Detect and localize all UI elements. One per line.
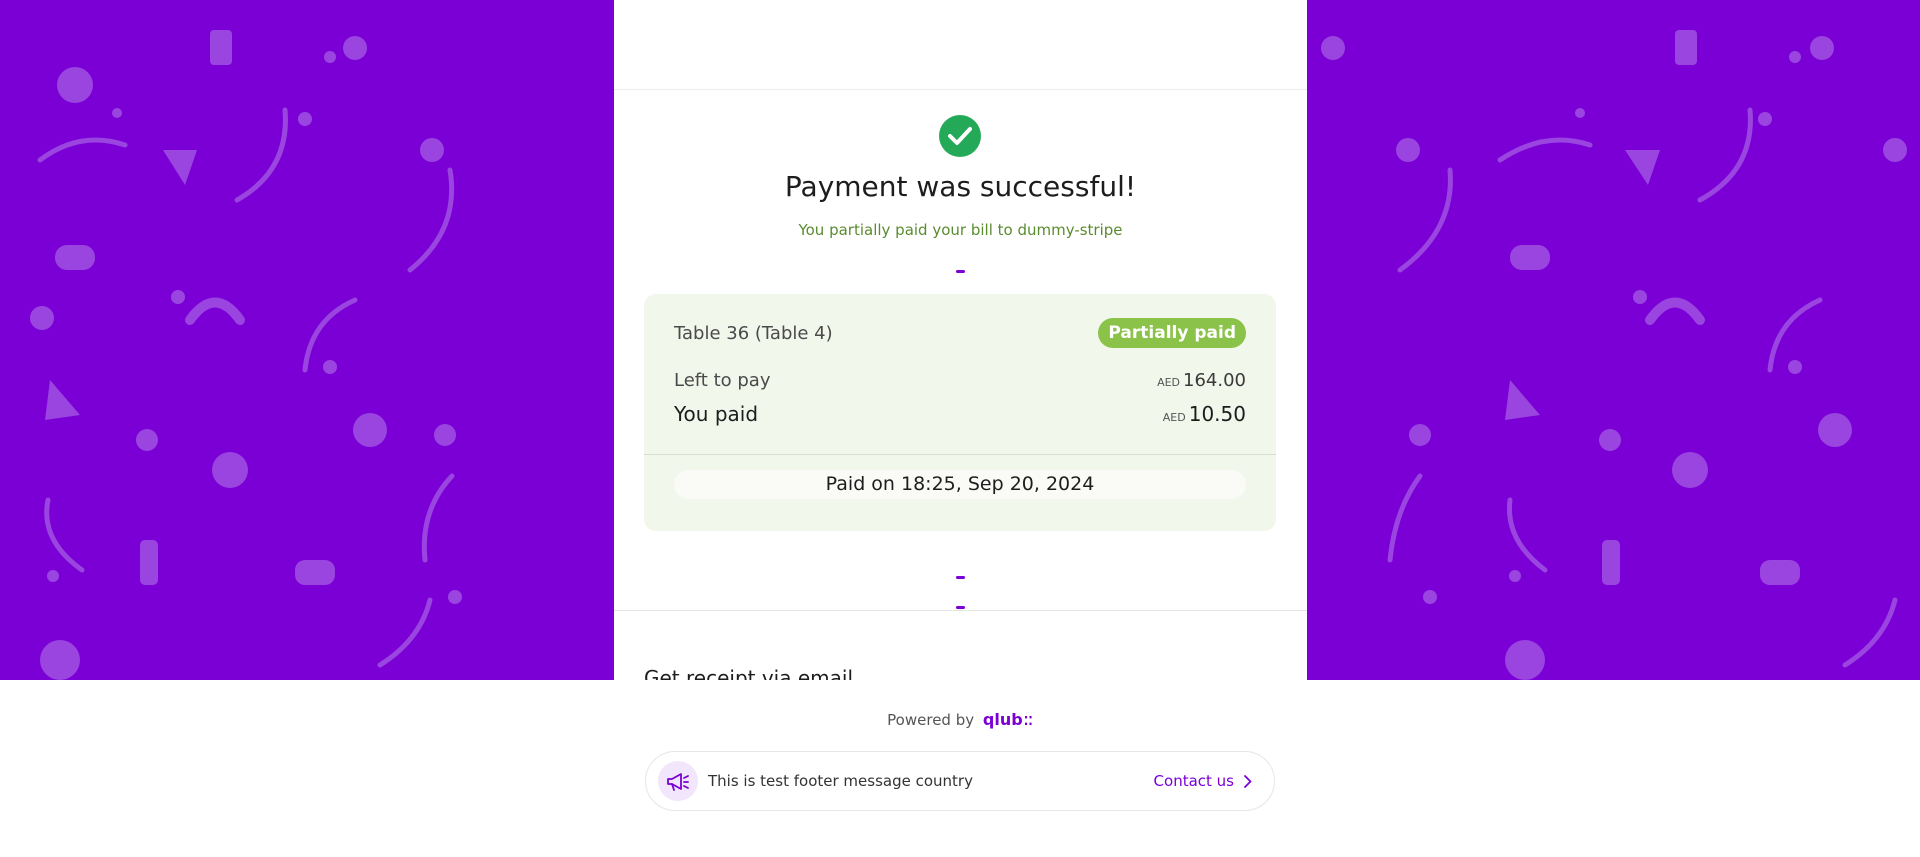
powered-by-label: Powered by (887, 711, 975, 729)
receipt-section-title: Get receipt via email (644, 666, 854, 680)
paid-on-timestamp: Paid on 18:25, Sep 20, 2024 (674, 470, 1246, 499)
loading-dash (956, 576, 965, 579)
qlub-logo: qlub (982, 710, 1023, 729)
left-to-pay-value: 164.00 (1183, 370, 1246, 391)
loading-dash (956, 270, 965, 273)
footer-message-bar: This is test footer message country Cont… (645, 751, 1275, 811)
megaphone-icon (658, 761, 698, 801)
contact-us-label: Contact us (1153, 772, 1234, 790)
check-circle-icon (939, 115, 981, 157)
chevron-right-icon (1244, 774, 1252, 788)
currency-label: AED (1157, 376, 1181, 389)
left-to-pay-amount: AED 164.00 (1157, 370, 1246, 391)
section-divider (614, 610, 1307, 611)
currency-label: AED (1162, 411, 1186, 424)
payment-result-card: Payment was successful! You partially pa… (614, 0, 1307, 680)
bill-divider (644, 454, 1276, 455)
payment-status-subtitle: You partially paid your bill to dummy-st… (798, 221, 1123, 239)
contact-us-link[interactable]: Contact us (1154, 772, 1252, 790)
qlub-logo-mark: ⁚⁚ (1023, 714, 1033, 728)
left-to-pay-row: Left to pay AED 164.00 (674, 370, 1246, 391)
you-paid-label: You paid (674, 402, 759, 426)
loading-dash (956, 606, 965, 609)
status-badge: Partially paid (1098, 318, 1246, 348)
you-paid-row: You paid AED 10.50 (674, 402, 1246, 426)
you-paid-amount: AED 10.50 (1163, 402, 1246, 426)
card-header-area (614, 0, 1307, 90)
you-paid-value: 10.50 (1188, 402, 1246, 426)
footer-message: This is test footer message country (708, 772, 973, 790)
payment-status-title: Payment was successful! (784, 170, 1137, 203)
bill-summary: Table 36 (Table 4) Partially paid Left t… (644, 294, 1276, 531)
table-name: Table 36 (Table 4) (674, 322, 833, 344)
bill-header-row: Table 36 (Table 4) Partially paid (674, 318, 1246, 348)
powered-by: Powered by qlub⁚⁚ (0, 710, 1920, 729)
left-to-pay-label: Left to pay (674, 370, 771, 391)
